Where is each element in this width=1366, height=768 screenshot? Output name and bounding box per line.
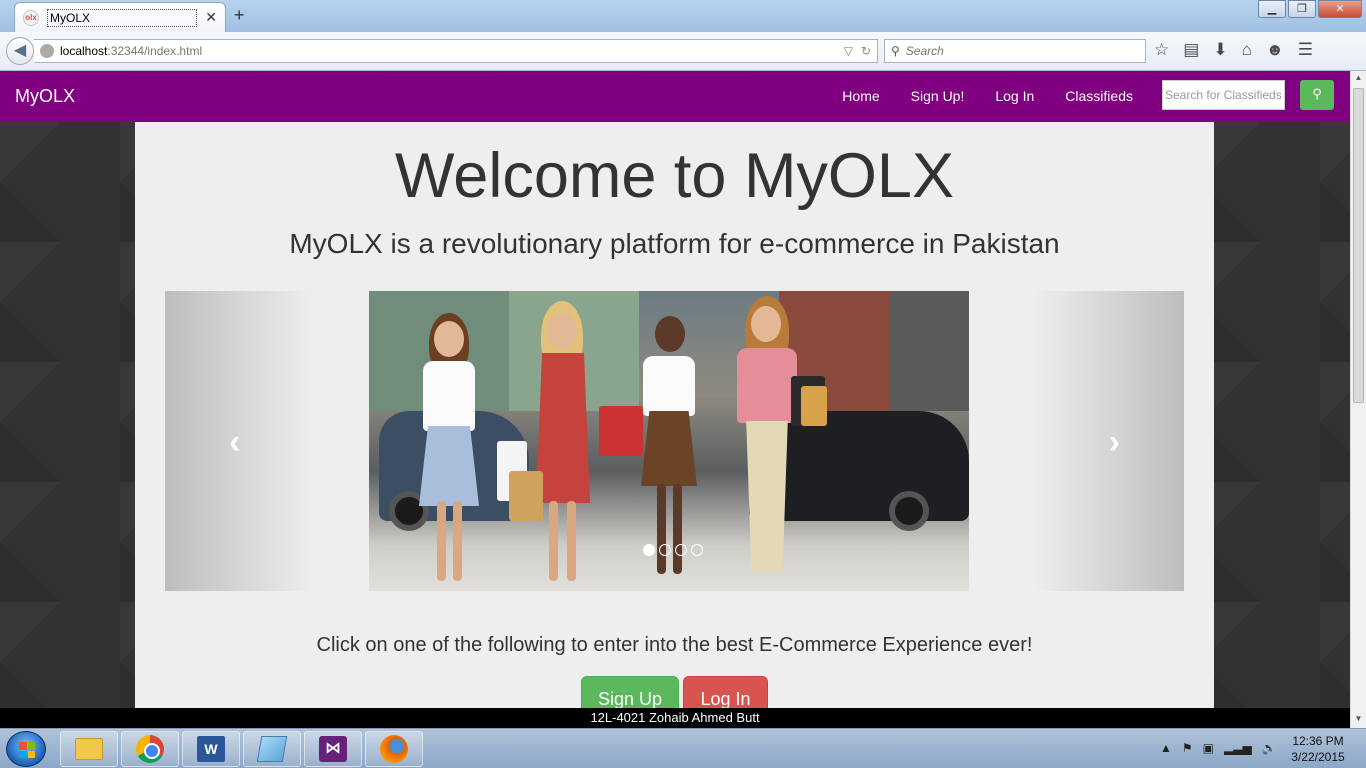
chat-icon[interactable]: ☻	[1266, 40, 1284, 60]
word-icon: W	[197, 736, 225, 762]
taskbar-firefox[interactable]	[365, 731, 423, 767]
taskbar-tablet[interactable]	[243, 731, 301, 767]
scroll-down-arrow-icon[interactable]: ▼	[1353, 714, 1364, 726]
call-to-action-text: Click on one of the following to enter i…	[316, 634, 1033, 656]
carousel-indicator-4[interactable]	[691, 544, 703, 556]
tab-strip: olx MyOLX ✕ + ▁ ❐ ✕	[0, 0, 1366, 32]
browser-tab[interactable]: olx MyOLX ✕	[14, 2, 226, 32]
new-tab-button[interactable]: +	[234, 5, 245, 26]
nav-login[interactable]: Log In	[995, 88, 1034, 104]
network-signal-icon[interactable]: ▂▃▅	[1224, 741, 1252, 755]
volume-icon[interactable]: 🔊	[1262, 741, 1277, 755]
nav-signup[interactable]: Sign Up!	[911, 88, 965, 104]
main-container: Welcome to MyOLX MyOLX is a revolutionar…	[135, 122, 1214, 716]
search-button[interactable]: ⚲	[1300, 80, 1334, 110]
system-clock[interactable]: 12:36 PM 3/22/2015	[1280, 733, 1356, 765]
menu-icon[interactable]: ☰	[1298, 40, 1313, 60]
chevron-right-icon: ›	[1108, 423, 1120, 461]
globe-icon	[40, 44, 54, 58]
system-tray: ▲ ⚑ ▣ ▂▃▅ 🔊	[1160, 741, 1277, 755]
device-icon[interactable]: ▣	[1203, 741, 1214, 755]
search-icon: ⚲	[1312, 86, 1322, 101]
nav-home[interactable]: Home	[842, 88, 879, 104]
scroll-up-arrow-icon[interactable]: ▲	[1353, 73, 1364, 85]
site-brand[interactable]: MyOLX	[15, 86, 75, 107]
student-caption: 12L-4021 Zohaib Ahmed Butt	[0, 708, 1350, 728]
start-button[interactable]	[6, 731, 46, 767]
chrome-icon	[136, 735, 164, 763]
image-carousel: ‹ ›	[165, 291, 1184, 591]
home-icon[interactable]: ⌂	[1242, 40, 1252, 60]
firefox-icon	[380, 735, 408, 763]
browser-search-field[interactable]: ⚲ Search	[884, 39, 1146, 63]
site-navbar: MyOLX Home Sign Up! Log In Classifieds S…	[0, 71, 1350, 122]
action-center-icon[interactable]: ⚑	[1182, 741, 1193, 755]
restore-button[interactable]: ❐	[1288, 0, 1316, 18]
clock-date: 3/22/2015	[1291, 750, 1345, 764]
classifieds-search-input[interactable]: Search for Classifieds	[1162, 80, 1285, 110]
back-button[interactable]: ◀	[6, 37, 34, 65]
reading-list-icon[interactable]: ▤	[1183, 40, 1199, 60]
close-tab-icon[interactable]: ✕	[205, 9, 217, 26]
carousel-indicator-2[interactable]	[659, 544, 671, 556]
url-host: localhost	[60, 44, 108, 58]
carousel-next-button[interactable]: ›	[1034, 291, 1184, 591]
visual-studio-icon: ⋈	[319, 736, 347, 762]
address-bar[interactable]: localhost:32344/index.html ▽ ↻	[34, 39, 878, 63]
carousel-slide-image	[369, 291, 969, 591]
url-path: :32344/index.html	[107, 44, 203, 58]
close-window-button[interactable]: ✕	[1318, 0, 1362, 18]
bookmark-star-icon[interactable]: ☆	[1154, 40, 1169, 60]
browser-search-placeholder: Search	[905, 44, 944, 58]
taskbar-explorer[interactable]	[60, 731, 118, 767]
folder-icon	[75, 738, 103, 760]
carousel-indicator-3[interactable]	[675, 544, 687, 556]
clock-time: 12:36 PM	[1292, 734, 1344, 748]
search-icon: ⚲	[891, 44, 900, 58]
chevron-left-icon: ‹	[229, 423, 241, 461]
nav-classifieds[interactable]: Classifieds	[1065, 88, 1133, 104]
page-title: Welcome to MyOLX	[394, 141, 954, 211]
scroll-thumb[interactable]	[1353, 88, 1364, 403]
download-icon[interactable]: ⬇	[1213, 40, 1227, 60]
window-controls: ▁ ❐ ✕	[1256, 0, 1362, 18]
tablet-icon	[256, 736, 288, 762]
carousel-indicators	[643, 544, 703, 556]
minimize-button[interactable]: ▁	[1258, 0, 1286, 18]
carousel-prev-button[interactable]: ‹	[165, 291, 315, 591]
carousel-indicator-1[interactable]	[643, 544, 655, 556]
dropdown-arrow-icon[interactable]: ▽	[844, 44, 853, 58]
olx-favicon-icon: olx	[23, 9, 39, 26]
reload-icon[interactable]: ↻	[861, 44, 871, 58]
browser-toolbar: ◀ localhost:32344/index.html ▽ ↻ ⚲ Searc…	[0, 32, 1366, 71]
taskbar-visual-studio[interactable]: ⋈	[304, 731, 362, 767]
taskbar-chrome[interactable]	[121, 731, 179, 767]
taskbar-word[interactable]: W	[182, 731, 240, 767]
page-scrollbar[interactable]: ▲ ▼	[1350, 71, 1366, 728]
tab-title: MyOLX	[47, 8, 197, 27]
windows-logo-icon	[19, 742, 35, 758]
windows-taskbar: W ⋈ ▲ ⚑ ▣ ▂▃▅ 🔊 12:36 PM 3/22/2015	[0, 728, 1366, 768]
show-hidden-icons-icon[interactable]: ▲	[1160, 741, 1172, 755]
page-subtitle: MyOLX is a revolutionary platform for e-…	[289, 228, 1060, 259]
